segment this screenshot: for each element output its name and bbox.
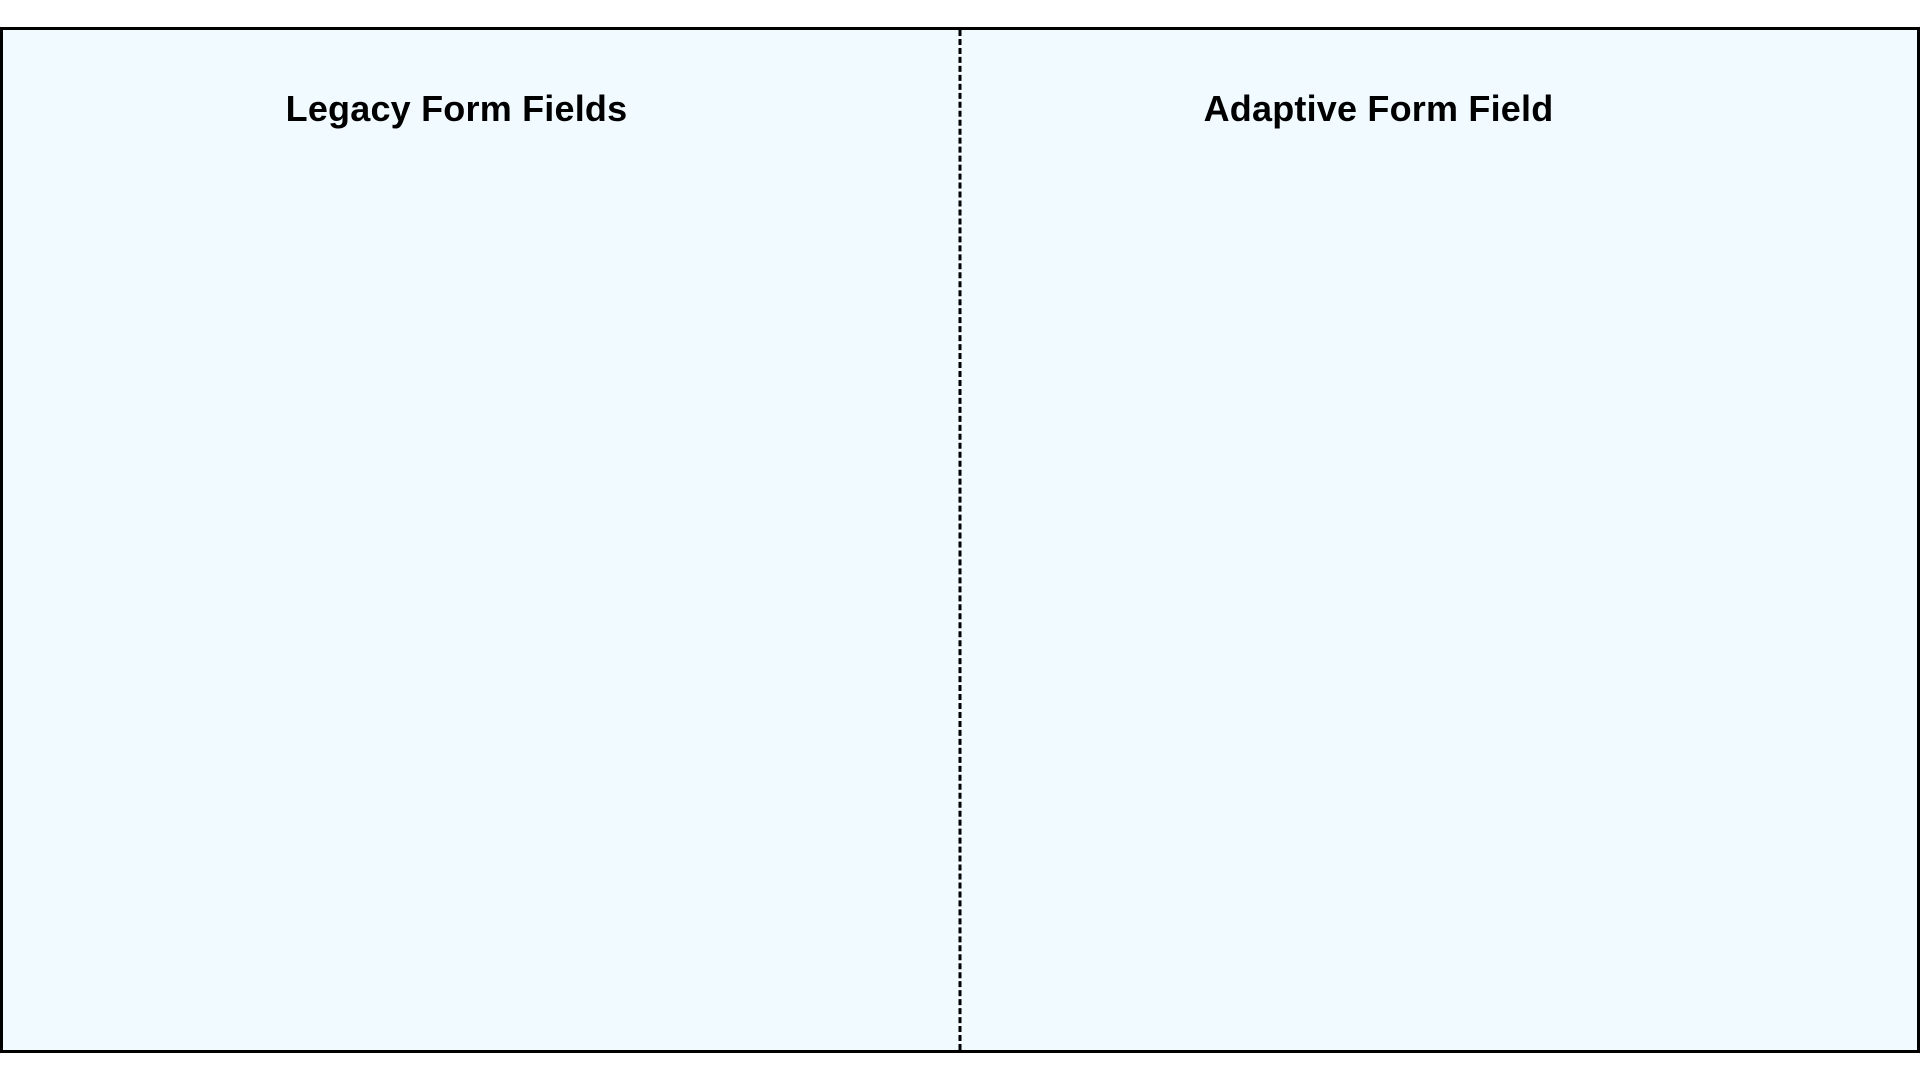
comparison-frame: Legacy Form Fields Adaptive Form Field: [0, 27, 1920, 1053]
left-panel-title: Legacy Form Fields: [3, 88, 960, 130]
right-panel-title: Adaptive Form Field: [960, 88, 1917, 130]
left-panel: Legacy Form Fields: [3, 30, 960, 1050]
right-panel: Adaptive Form Field: [960, 30, 1917, 1050]
